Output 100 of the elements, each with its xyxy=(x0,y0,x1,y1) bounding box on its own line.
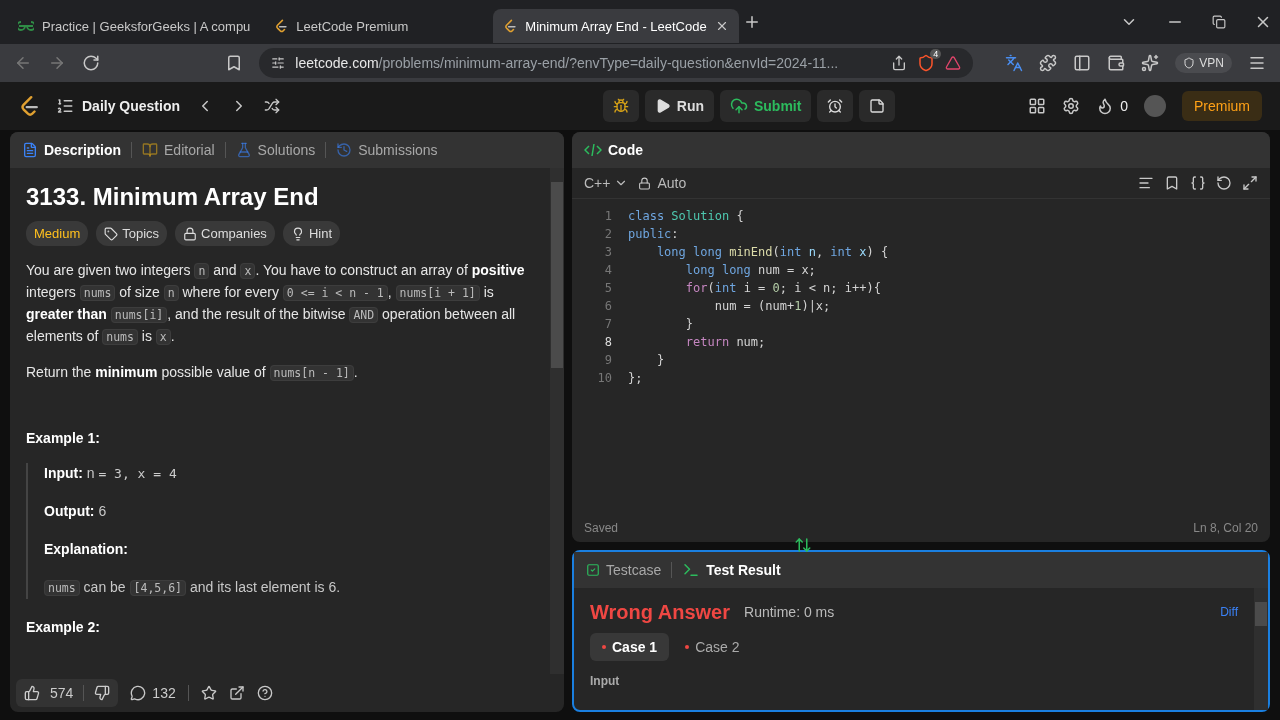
sparkle-icon[interactable] xyxy=(1141,54,1160,72)
debug-button[interactable] xyxy=(602,90,639,122)
code-line: long long minEnd(int n, int x) { xyxy=(655,244,889,261)
comment-count: 132 xyxy=(152,685,176,701)
format-icon[interactable] xyxy=(1138,175,1154,191)
topics-icon xyxy=(104,226,119,241)
code-line: for(int i = 0; i < n; i++){ xyxy=(684,280,881,297)
run-button[interactable]: Run xyxy=(644,90,714,122)
share-icon[interactable] xyxy=(891,55,908,71)
wallet-icon[interactable] xyxy=(1107,54,1126,72)
translate-icon[interactable] xyxy=(1005,54,1024,72)
note-icon xyxy=(869,98,886,114)
alarm-clock-icon xyxy=(827,98,844,114)
help-icon[interactable] xyxy=(256,685,273,701)
example-line: nums can be [4,5,6] and its last element is 6. xyxy=(44,577,534,599)
expand-icon[interactable] xyxy=(1242,175,1258,191)
panel-tab[interactable]: Editorial xyxy=(142,142,215,158)
triangle-icon[interactable] xyxy=(945,55,962,71)
language-select[interactable]: C++ xyxy=(584,175,629,191)
timer-button[interactable] xyxy=(817,90,854,122)
example-line: Explanation: xyxy=(44,540,129,559)
settings-icon[interactable] xyxy=(1062,97,1081,115)
mode-label: Auto xyxy=(657,175,687,191)
scrollbar[interactable] xyxy=(550,168,564,674)
tag-button[interactable]: Companies xyxy=(175,221,275,246)
star-icon[interactable] xyxy=(200,685,217,701)
code-line: long long num = x; xyxy=(684,262,816,279)
tag-button[interactable]: Topics xyxy=(96,221,168,246)
leetcode-logo-icon xyxy=(274,19,289,33)
restore-icon[interactable] xyxy=(1212,15,1226,29)
panel-tab[interactable]: Test Result xyxy=(682,561,781,579)
case-tab[interactable]: Case 2 xyxy=(673,633,752,661)
extensions-icon[interactable] xyxy=(1039,54,1058,72)
thumbs-up-icon[interactable] xyxy=(24,685,40,701)
premium-button[interactable]: Premium xyxy=(1182,91,1262,121)
scrollbar[interactable] xyxy=(1254,588,1268,710)
forward-icon[interactable] xyxy=(48,54,66,72)
status-dot-icon xyxy=(602,645,606,649)
code-icon xyxy=(584,143,602,157)
thumbs-down-icon[interactable] xyxy=(94,685,111,701)
notes-button[interactable] xyxy=(859,90,896,122)
problem-list-icon[interactable] xyxy=(56,97,74,115)
vpn-button[interactable]: VPN xyxy=(1175,53,1232,73)
line-number: 2 xyxy=(603,226,613,243)
problem-list-title[interactable]: Daily Question xyxy=(82,98,181,114)
example-line: Input: n = 3, x = 4 xyxy=(44,464,178,483)
description-icon xyxy=(22,142,38,158)
save-status: Saved xyxy=(584,521,619,535)
description-paragraph: Return the minimum possible value of nums[n - 1] . xyxy=(26,363,359,383)
braces-icon[interactable] xyxy=(1190,175,1206,191)
lock-icon xyxy=(638,176,652,190)
code-tab[interactable]: Code xyxy=(584,142,643,158)
checkbox-icon xyxy=(586,563,600,577)
address-bar[interactable]: leetcode.com/problems/minimum-array-end/?envType=daily-question&envId=2024-11... 4 xyxy=(259,48,974,78)
input-label: Input xyxy=(590,673,621,690)
line-number: 10 xyxy=(596,370,613,387)
layout-icon[interactable] xyxy=(1028,97,1047,115)
share-icon[interactable] xyxy=(228,685,245,701)
line-number: 4 xyxy=(603,262,613,279)
comment-icon[interactable] xyxy=(130,685,147,701)
code-line: num = (num+1)|x; xyxy=(713,298,831,315)
companies-icon xyxy=(183,226,198,241)
terminal-icon xyxy=(682,561,701,579)
code-line: public: xyxy=(628,226,679,243)
site-settings-icon[interactable] xyxy=(271,56,286,70)
panel-tab[interactable]: Description xyxy=(22,142,121,158)
back-icon[interactable] xyxy=(14,54,32,72)
shuffle-icon[interactable] xyxy=(264,98,281,114)
code-line: } xyxy=(684,316,694,333)
line-number: 5 xyxy=(603,280,613,297)
browser-tab[interactable]: Minimum Array End - LeetCode xyxy=(493,9,739,43)
line-number: 6 xyxy=(603,298,613,315)
example-line: Output: 6 xyxy=(44,502,108,521)
panel-tab[interactable]: Submissions xyxy=(336,142,438,158)
leetcode-logo-icon xyxy=(18,95,40,117)
panel-tab[interactable]: Testcase xyxy=(586,562,662,578)
browser-tab[interactable]: LeetCode Premium xyxy=(264,9,490,43)
example-heading: Example 1: xyxy=(26,429,101,448)
browser-tab[interactable]: Practice | GeeksforGeeks | A compu xyxy=(8,9,261,43)
editorial-icon xyxy=(142,142,158,158)
case-tab[interactable]: Case 1 xyxy=(590,633,670,661)
menu-icon[interactable] xyxy=(1248,54,1266,72)
like-count: 574 xyxy=(50,685,74,701)
vote-bar[interactable]: 574 xyxy=(16,679,119,707)
bookmark-icon[interactable] xyxy=(1164,175,1180,191)
sidebar-icon[interactable] xyxy=(1073,54,1092,72)
bug-icon xyxy=(612,98,629,114)
shield-badge: 4 xyxy=(930,49,942,59)
example-heading: Example 2: xyxy=(26,618,101,637)
diff-toggle[interactable]: Diff xyxy=(1220,602,1238,623)
tag-button[interactable]: Hint xyxy=(282,221,340,246)
reload-icon[interactable] xyxy=(82,54,100,72)
shield-icon xyxy=(1183,57,1196,69)
status-dot-icon xyxy=(685,645,690,649)
code-line: }; xyxy=(628,370,643,387)
site-logo-icon xyxy=(18,20,34,32)
line-number: 3 xyxy=(603,244,613,261)
submit-button[interactable]: Submit xyxy=(720,90,812,122)
reset-icon[interactable] xyxy=(1216,175,1232,191)
panel-tab[interactable]: Solutions xyxy=(235,142,316,158)
